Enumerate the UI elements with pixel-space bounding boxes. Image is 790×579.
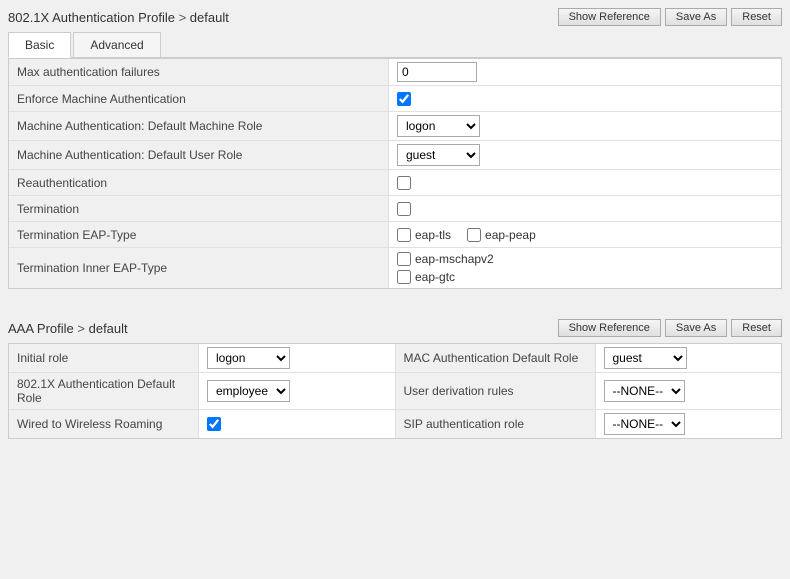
select-mac-auth-default-role[interactable]: guest logon employee xyxy=(604,347,687,369)
tab-basic[interactable]: Basic xyxy=(8,32,71,58)
eap-mschapv2-label: eap-mschapv2 xyxy=(397,252,494,266)
aaa-title-text: AAA Profile xyxy=(8,321,74,336)
row-default-machine-role: Machine Authentication: Default Machine … xyxy=(9,112,781,141)
value-max-auth-failures xyxy=(389,59,781,85)
value-default-machine-role: logon guest employee xyxy=(389,112,781,140)
label-enforce-machine-auth: Enforce Machine Authentication xyxy=(9,86,389,111)
row-termination-eap-type: Termination EAP-Type eap-tls eap-peap xyxy=(9,222,781,248)
eap-tls-label: eap-tls xyxy=(397,228,451,242)
aaa-row-3: Wired to Wireless Roaming SIP authentica… xyxy=(9,410,781,438)
checkbox-eap-tls[interactable] xyxy=(397,228,411,242)
select-user-derivation-rules[interactable]: --NONE-- xyxy=(604,380,685,402)
label-sip-auth-role: SIP authentication role xyxy=(396,410,596,438)
tab-advanced[interactable]: Advanced xyxy=(73,32,160,57)
value-enforce-machine-auth xyxy=(389,86,781,111)
select-default-user-role[interactable]: guest logon employee xyxy=(397,144,480,166)
label-mac-auth-default-role: MAC Authentication Default Role xyxy=(396,344,596,372)
show-reference-button-2[interactable]: Show Reference xyxy=(558,319,661,337)
value-dot1x-default-role: employee logon guest xyxy=(199,373,395,409)
reset-button-2[interactable]: Reset xyxy=(731,319,782,337)
row-enforce-machine-auth: Enforce Machine Authentication xyxy=(9,86,781,112)
label-termination: Termination xyxy=(9,196,389,221)
save-as-button-1[interactable]: Save As xyxy=(665,8,727,26)
label-wired-wireless-roaming: Wired to Wireless Roaming xyxy=(9,410,199,438)
label-termination-eap-type: Termination EAP-Type xyxy=(9,222,389,247)
value-termination-eap-type: eap-tls eap-peap xyxy=(389,222,781,247)
aaa-row-2: 802.1X Authentication Default Role emplo… xyxy=(9,373,781,410)
value-wired-wireless-roaming xyxy=(199,410,395,438)
label-default-user-role: Machine Authentication: Default User Rol… xyxy=(9,141,389,169)
eap-peap-label: eap-peap xyxy=(467,228,536,242)
select-initial-role[interactable]: logon guest employee xyxy=(207,347,290,369)
value-sip-auth-role: --NONE-- xyxy=(596,410,782,438)
value-mac-auth-default-role: guest logon employee xyxy=(596,344,782,372)
checkbox-termination[interactable] xyxy=(397,202,411,216)
section-802-1x: 802.1X Authentication Profile > default … xyxy=(8,8,782,289)
section-802-1x-buttons: Show Reference Save As Reset xyxy=(558,8,782,26)
section-profile-name: default xyxy=(190,10,229,25)
eap-peap-text: eap-peap xyxy=(485,228,536,242)
select-dot1x-default-role[interactable]: employee logon guest xyxy=(207,380,290,402)
section-title-text: 802.1X Authentication Profile xyxy=(8,10,175,25)
eap-tls-text: eap-tls xyxy=(415,228,451,242)
checkbox-eap-mschapv2[interactable] xyxy=(397,252,411,266)
eap-mschapv2-text: eap-mschapv2 xyxy=(415,252,494,266)
label-default-machine-role: Machine Authentication: Default Machine … xyxy=(9,112,389,140)
checkbox-eap-gtc[interactable] xyxy=(397,270,411,284)
save-as-button-2[interactable]: Save As xyxy=(665,319,727,337)
label-termination-inner-eap-type: Termination Inner EAP-Type xyxy=(9,248,389,288)
value-default-user-role: guest logon employee xyxy=(389,141,781,169)
form-aaa: Initial role logon guest employee MAC Au… xyxy=(8,343,782,439)
show-reference-button-1[interactable]: Show Reference xyxy=(558,8,661,26)
value-initial-role: logon guest employee xyxy=(199,344,395,372)
aaa-col-wired-wireless: Wired to Wireless Roaming xyxy=(9,410,396,438)
row-default-user-role: Machine Authentication: Default User Rol… xyxy=(9,141,781,170)
section-aaa: AAA Profile > default Show Reference Sav… xyxy=(8,319,782,439)
label-user-derivation-rules: User derivation rules xyxy=(396,373,596,409)
form-802-1x: Max authentication failures Enforce Mach… xyxy=(8,58,782,289)
tab-bar-1: Basic Advanced xyxy=(8,32,782,58)
section-802-1x-header: 802.1X Authentication Profile > default … xyxy=(8,8,782,26)
checkbox-reauthentication[interactable] xyxy=(397,176,411,190)
value-termination-inner-eap-type: eap-mschapv2 eap-gtc xyxy=(389,248,781,288)
value-termination xyxy=(389,196,781,221)
eap-gtc-label: eap-gtc xyxy=(397,270,455,284)
row-reauthentication: Reauthentication xyxy=(9,170,781,196)
section-802-1x-title: 802.1X Authentication Profile > default xyxy=(8,10,229,25)
section-aaa-header: AAA Profile > default Show Reference Sav… xyxy=(8,319,782,337)
eap-gtc-text: eap-gtc xyxy=(415,270,455,284)
label-reauthentication: Reauthentication xyxy=(9,170,389,195)
reset-button-1[interactable]: Reset xyxy=(731,8,782,26)
row-max-auth-failures: Max authentication failures xyxy=(9,59,781,86)
checkbox-eap-peap[interactable] xyxy=(467,228,481,242)
section-gap xyxy=(8,309,782,319)
label-dot1x-default-role: 802.1X Authentication Default Role xyxy=(9,373,199,409)
select-default-machine-role[interactable]: logon guest employee xyxy=(397,115,480,137)
label-max-auth-failures: Max authentication failures xyxy=(9,59,389,85)
value-user-derivation-rules: --NONE-- xyxy=(596,373,782,409)
aaa-row-1: Initial role logon guest employee MAC Au… xyxy=(9,344,781,373)
aaa-profile-name: default xyxy=(89,321,128,336)
label-initial-role: Initial role xyxy=(9,344,199,372)
aaa-col-sip-auth-role: SIP authentication role --NONE-- xyxy=(396,410,782,438)
checkbox-wired-wireless-roaming[interactable] xyxy=(207,417,221,431)
input-max-auth-failures[interactable] xyxy=(397,62,477,82)
section-aaa-buttons: Show Reference Save As Reset xyxy=(558,319,782,337)
value-reauthentication xyxy=(389,170,781,195)
row-termination: Termination xyxy=(9,196,781,222)
checkbox-enforce-machine-auth[interactable] xyxy=(397,92,411,106)
aaa-col-user-derivation-rules: User derivation rules --NONE-- xyxy=(396,373,782,409)
aaa-col-mac-auth-default-role: MAC Authentication Default Role guest lo… xyxy=(396,344,782,372)
row-termination-inner-eap-type: Termination Inner EAP-Type eap-mschapv2 … xyxy=(9,248,781,288)
aaa-col-initial-role: Initial role logon guest employee xyxy=(9,344,396,372)
aaa-col-dot1x-default-role: 802.1X Authentication Default Role emplo… xyxy=(9,373,396,409)
select-sip-auth-role[interactable]: --NONE-- xyxy=(604,413,685,435)
section-aaa-title: AAA Profile > default xyxy=(8,321,128,336)
